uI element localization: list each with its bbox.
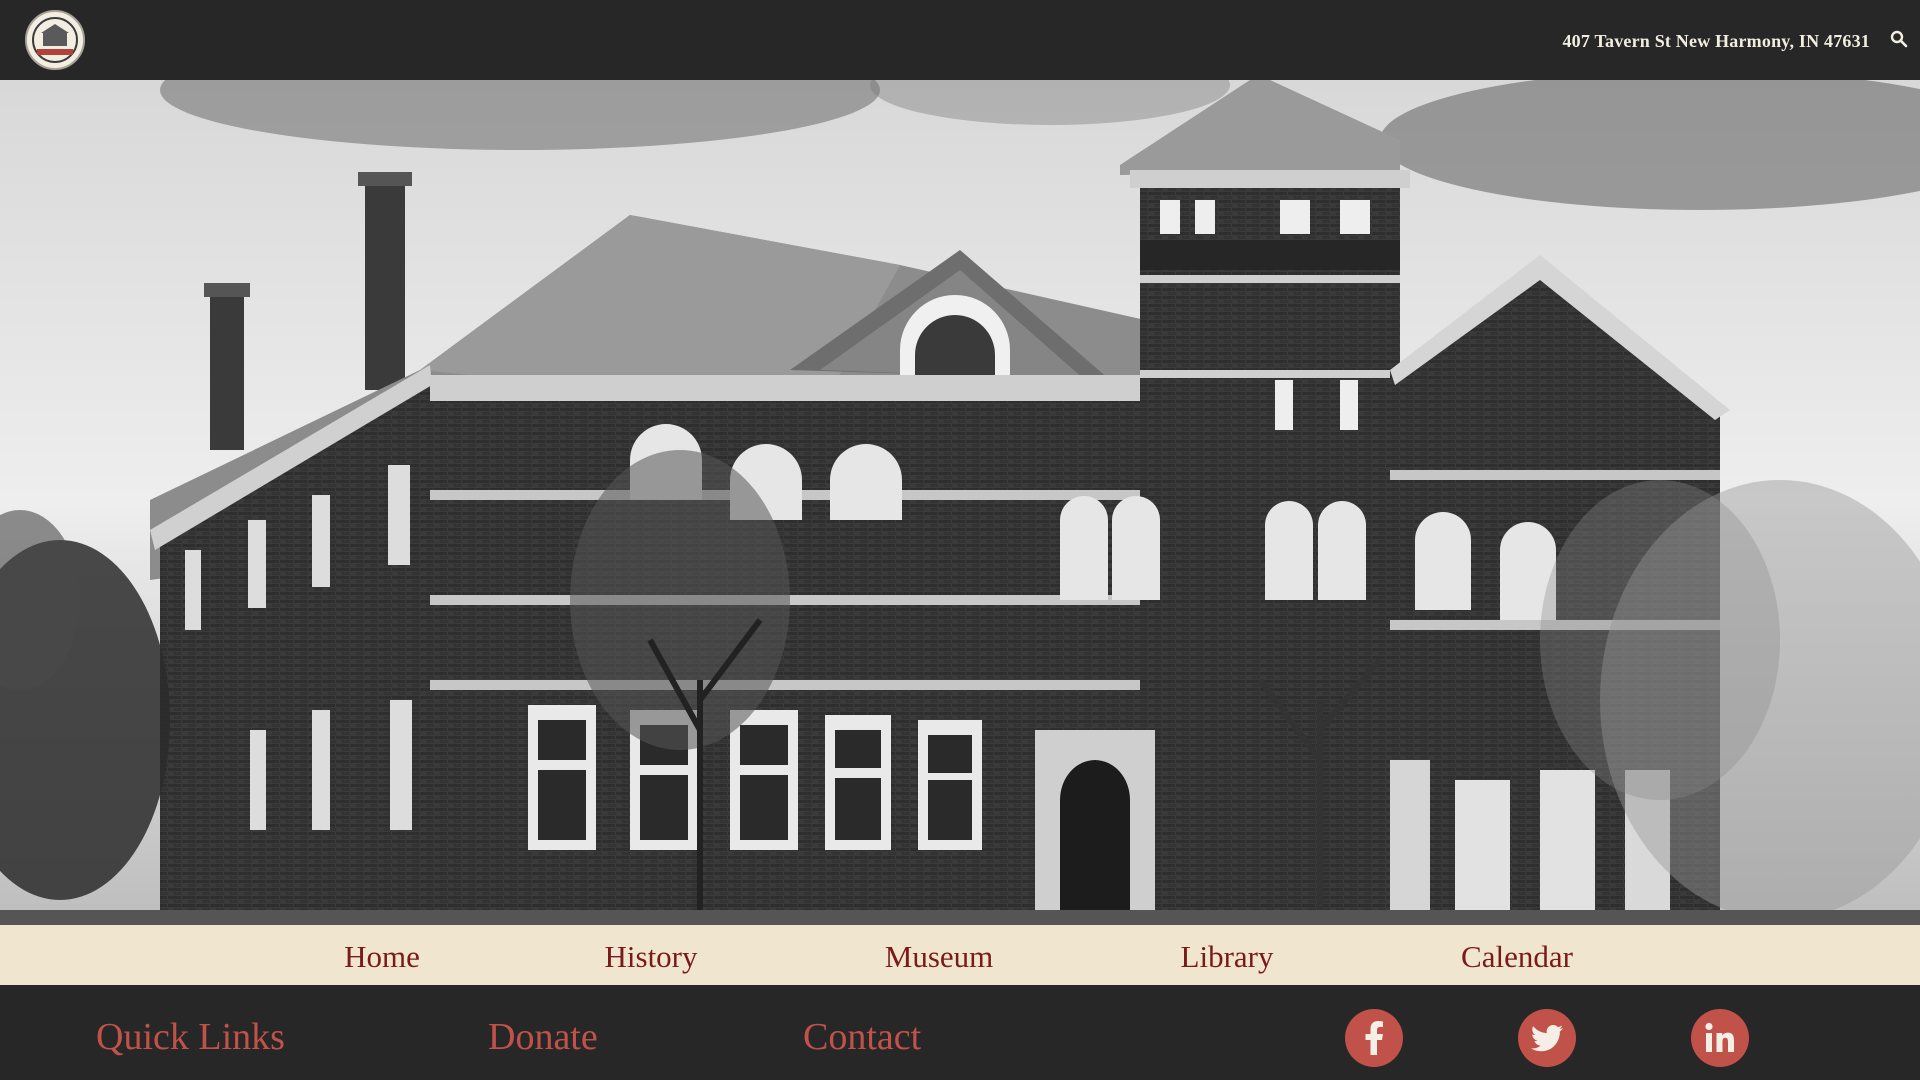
- logo-house-icon: [43, 32, 67, 46]
- nav-item-calendar[interactable]: Calendar: [1461, 939, 1573, 975]
- linkedin-icon: [1705, 1022, 1734, 1052]
- hero-image: [0, 80, 1920, 925]
- twitter-icon: [1530, 1025, 1563, 1052]
- donate-link[interactable]: Donate: [488, 1015, 598, 1059]
- footer: Quick Links Donate Contact: [0, 985, 1920, 1080]
- contact-link[interactable]: Contact: [803, 1015, 921, 1059]
- nav-item-history[interactable]: History: [605, 939, 698, 975]
- linkedin-button[interactable]: [1691, 1009, 1749, 1067]
- nav-item-museum[interactable]: Museum: [885, 939, 994, 975]
- nav-item-home[interactable]: Home: [344, 939, 420, 975]
- logo-band: [37, 49, 73, 55]
- nav-item-library[interactable]: Library: [1181, 939, 1274, 975]
- facebook-button[interactable]: [1345, 1009, 1403, 1067]
- logo-emblem[interactable]: [25, 10, 85, 70]
- historic-building-photo: [0, 80, 1920, 925]
- address-text: 407 Tavern St New Harmony, IN 47631: [1562, 31, 1870, 51]
- search-icon[interactable]: [1890, 30, 1908, 48]
- twitter-button[interactable]: [1518, 1009, 1576, 1067]
- top-header: 407 Tavern St New Harmony, IN 47631: [0, 0, 1920, 80]
- quick-links-link[interactable]: Quick Links: [96, 1015, 285, 1059]
- facebook-icon: [1365, 1021, 1383, 1055]
- main-nav: Home History Museum Library Calendar: [0, 925, 1920, 985]
